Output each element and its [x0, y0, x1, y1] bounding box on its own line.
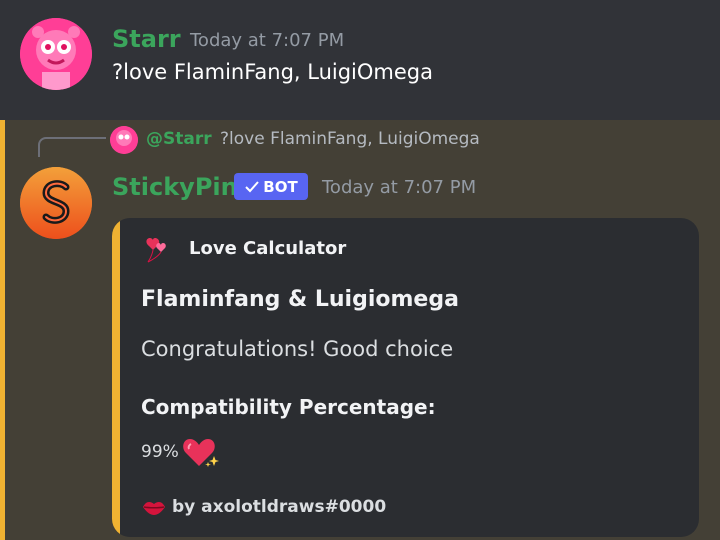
- message-starr: Starr Today at 7:07 PM ?love FlaminFang,…: [0, 0, 720, 120]
- embed-author: Love Calculator: [189, 238, 347, 259]
- lips-icon: [143, 502, 165, 515]
- reply-mention[interactable]: @Starr: [146, 129, 212, 149]
- embed-accent-bar: [112, 218, 120, 537]
- author-name[interactable]: Starr: [112, 25, 181, 53]
- bot-tag: BOT: [234, 173, 308, 200]
- reply-connector: [38, 137, 106, 157]
- embed-title: Flaminfang & Luigiomega: [141, 287, 459, 312]
- bot-tag-label: BOT: [263, 177, 298, 196]
- mention-highlight-bar: [0, 120, 5, 540]
- stickypin-logo-icon: [20, 167, 92, 239]
- pink-cartoon-avatar-icon: [20, 18, 92, 90]
- pink-cartoon-avatar-icon: [110, 126, 138, 154]
- starr-avatar[interactable]: [20, 18, 92, 90]
- embed-field-value: 99%: [141, 434, 221, 470]
- reply-preview-text[interactable]: ?love FlaminFang, LuigiOmega: [220, 129, 480, 149]
- stickypin-avatar[interactable]: [20, 167, 92, 239]
- embed-footer: by axolotldraws#0000: [172, 497, 387, 517]
- heart-balloons-icon: [146, 238, 166, 263]
- compatibility-value: 99%: [141, 442, 179, 462]
- embed-description: Congratulations! Good choice: [141, 337, 454, 361]
- message-content: ?love FlaminFang, LuigiOmega: [112, 60, 433, 84]
- timestamp: Today at 7:07 PM: [190, 30, 345, 51]
- timestamp: Today at 7:07 PM: [322, 177, 477, 198]
- embed: Love Calculator Flaminfang & Luigiomega …: [112, 218, 699, 537]
- checkmark-icon: [245, 180, 260, 192]
- embed-field-name: Compatibility Percentage:: [141, 395, 436, 419]
- bot-author-name[interactable]: StickyPin: [112, 173, 238, 201]
- sparkling-heart-icon: [183, 439, 219, 467]
- reply-avatar[interactable]: [110, 126, 138, 154]
- message-stickypin: @Starr ?love FlaminFang, LuigiOmega Stic…: [0, 120, 720, 540]
